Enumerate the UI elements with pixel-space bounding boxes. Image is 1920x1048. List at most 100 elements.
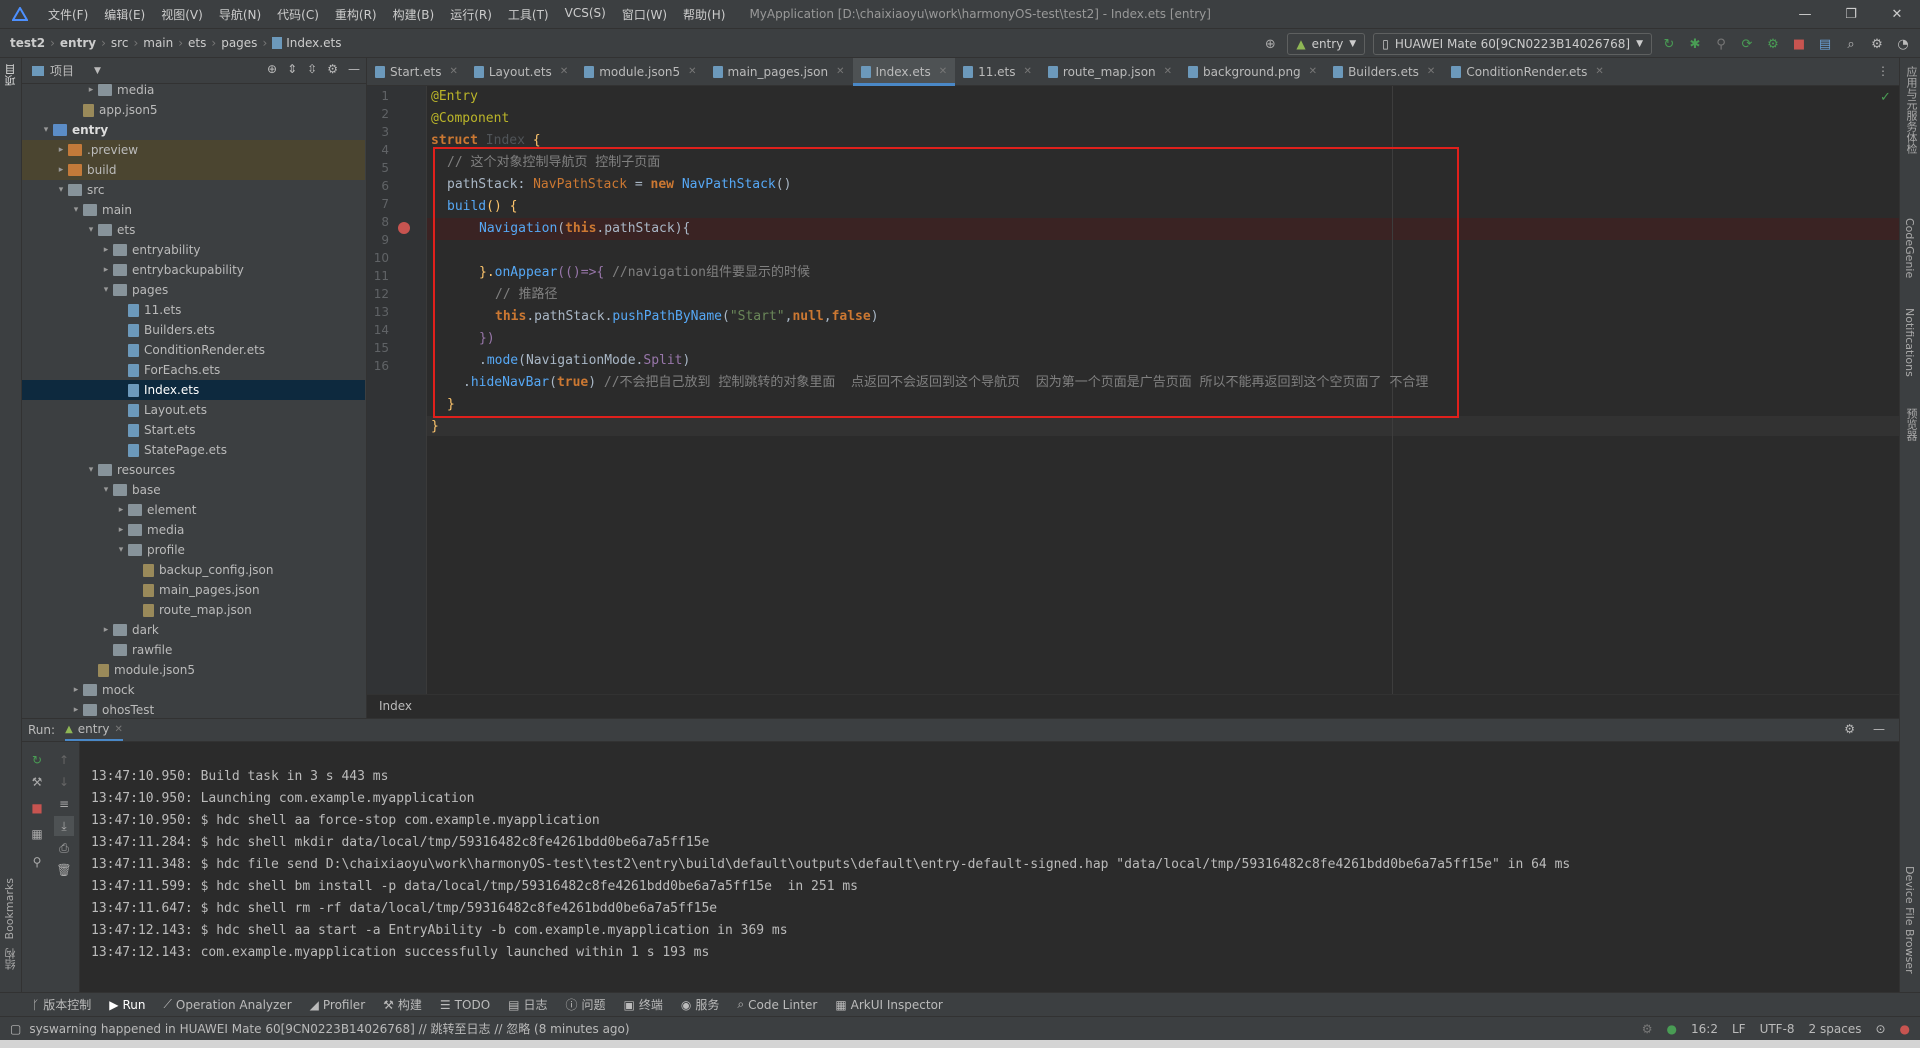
event-log-icon[interactable]: ▢ <box>10 1022 21 1036</box>
close-icon[interactable]: ✕ <box>1595 66 1603 77</box>
tree-item[interactable]: ▾ profile <box>22 540 365 560</box>
close-icon[interactable]: ✕ <box>560 66 568 77</box>
chevron-right-icon[interactable]: ▸ <box>54 145 68 155</box>
tree-item[interactable]: Layout.ets <box>22 400 365 420</box>
tree-item[interactable]: ▾ base <box>22 480 365 500</box>
tree-item[interactable]: app.json5 <box>22 100 365 120</box>
tree-item[interactable]: StatePage.ets <box>22 440 365 460</box>
structure-tool-button[interactable]: 结构 <box>3 948 19 970</box>
breadcrumb-item[interactable]: ets <box>188 36 206 50</box>
tree-item[interactable]: ▸ ohosTest <box>22 700 365 718</box>
notifications-tool-button[interactable]: Notifications <box>1903 308 1916 377</box>
tree-item[interactable]: ConditionRender.ets <box>22 340 365 360</box>
wrench-icon[interactable]: ⚒ <box>27 772 47 792</box>
breadcrumb-item[interactable]: src <box>111 36 129 50</box>
expand-all-icon[interactable]: ⇕ <box>287 62 297 76</box>
breadcrumb-item[interactable]: main <box>143 36 173 50</box>
menu-item[interactable]: 运行(R) <box>442 6 500 23</box>
bookmarks-tool-button[interactable]: Bookmarks <box>3 878 16 939</box>
pin-icon[interactable]: ⚲ <box>27 852 47 872</box>
tree-item[interactable]: ▸ entrybackupability <box>22 260 365 280</box>
gear-icon[interactable]: ⚙ <box>327 62 338 76</box>
tree-item[interactable]: rawfile <box>22 640 365 660</box>
scroll-to-end-icon[interactable]: ⤓ <box>54 816 74 836</box>
close-icon[interactable]: ✕ <box>1427 66 1435 77</box>
rerun-icon[interactable]: ↻ <box>1660 35 1678 53</box>
rerun-icon[interactable]: ↻ <box>27 750 47 770</box>
chevron-down-icon[interactable]: ▾ <box>84 225 98 235</box>
apply-changes-icon[interactable]: ⟳ <box>1738 35 1756 53</box>
breadcrumb-item[interactable]: pages <box>221 36 257 50</box>
print-icon[interactable]: ⎙ <box>54 838 74 858</box>
editor-tab[interactable]: Index.ets ✕ <box>852 57 956 86</box>
hide-panel-icon[interactable]: — <box>1873 722 1885 736</box>
tool-window-button[interactable]: ᚴ 版本控制 <box>32 996 91 1013</box>
close-icon[interactable]: ✕ <box>688 66 696 77</box>
power-save-icon[interactable]: ⚙ <box>1642 1022 1653 1036</box>
editor-tab[interactable]: route_map.json ✕ <box>1040 58 1180 86</box>
scroll-up-icon[interactable]: ↑ <box>54 750 74 770</box>
tree-item[interactable]: ▾ ets <box>22 220 365 240</box>
chevron-down-icon[interactable]: ▾ <box>39 125 53 135</box>
tree-item[interactable]: ▾ entry <box>22 120 365 140</box>
close-icon[interactable]: ✕ <box>1309 66 1317 77</box>
tree-item[interactable]: ▾ resources <box>22 460 365 480</box>
chevron-right-icon[interactable]: ▸ <box>114 525 128 535</box>
editor-breadcrumb[interactable]: Index <box>367 694 1899 716</box>
menu-item[interactable]: 构建(B) <box>385 6 443 23</box>
close-icon[interactable]: ✕ <box>939 66 947 77</box>
chevron-down-icon[interactable]: ▼ <box>94 66 101 76</box>
tree-item[interactable]: backup_config.json <box>22 560 365 580</box>
menu-item[interactable]: 重构(R) <box>327 6 385 23</box>
chevron-down-icon[interactable]: ▾ <box>54 185 68 195</box>
previewer-tool-button[interactable]: 预览器 <box>1903 408 1919 441</box>
settings-icon[interactable]: ⚙ <box>1868 35 1886 53</box>
editor-tab[interactable]: module.json5 ✕ <box>576 58 704 86</box>
breadcrumb-item[interactable]: Index <box>379 699 412 713</box>
tree-item[interactable]: Index.ets <box>22 380 365 400</box>
tree-item[interactable]: ▸ media <box>22 520 365 540</box>
chevron-down-icon[interactable]: ▾ <box>84 465 98 475</box>
editor-tab[interactable]: ConditionRender.ets ✕ <box>1443 58 1611 86</box>
tree-item[interactable]: ▾ main <box>22 200 365 220</box>
tree-item[interactable]: ▸ media <box>22 80 365 100</box>
tool-window-button[interactable]: ▶ Run <box>109 998 145 1012</box>
tree-item[interactable]: module.json5 <box>22 660 365 680</box>
chevron-right-icon[interactable]: ▸ <box>114 505 128 515</box>
device-manager-icon[interactable]: ▤ <box>1816 35 1834 53</box>
close-icon[interactable]: ✕ <box>449 66 457 77</box>
device-select[interactable]: ▯ HUAWEI Mate 60[9CN0223B14026768] ▼ <box>1373 33 1652 55</box>
tree-item[interactable]: route_map.json <box>22 600 365 620</box>
tree-item[interactable]: 11.ets <box>22 300 365 320</box>
layout-icon[interactable]: ▦ <box>27 824 47 844</box>
tool-window-button[interactable]: ⓘ 问题 <box>566 996 606 1013</box>
breadcrumb-item[interactable]: Index.ets <box>286 36 341 50</box>
caret-position[interactable]: 16:2 <box>1691 1022 1718 1036</box>
editor-tab[interactable]: Start.ets ✕ <box>367 58 466 86</box>
close-window-icon[interactable]: ✕ <box>1874 0 1920 28</box>
status-message[interactable]: syswarning happened in HUAWEI Mate 60[9C… <box>29 1020 629 1037</box>
menu-item[interactable]: 导航(N) <box>211 6 269 23</box>
tree-item[interactable]: ▸ build <box>22 160 365 180</box>
run-tab-entry[interactable]: ▲ entry ✕ <box>65 719 123 741</box>
tool-window-button[interactable]: ☰ TODO <box>440 998 490 1012</box>
menu-item[interactable]: 编辑(E) <box>96 6 153 23</box>
chevron-right-icon[interactable]: ▸ <box>69 685 83 695</box>
chevron-right-icon[interactable]: ▸ <box>84 85 98 95</box>
debug-icon[interactable]: ✱ <box>1686 35 1704 53</box>
stop-icon[interactable]: ■ <box>1790 35 1808 53</box>
menu-item[interactable]: 工具(T) <box>500 6 557 23</box>
close-icon[interactable]: ✕ <box>836 66 844 77</box>
gear-icon[interactable]: ⚙ <box>1844 722 1855 736</box>
tree-item[interactable]: ▸ mock <box>22 680 365 700</box>
more-tabs-icon[interactable]: ⋮ <box>1877 64 1889 78</box>
project-tool-button[interactable]: 项目 <box>3 64 19 86</box>
breakpoint-icon[interactable] <box>398 222 410 234</box>
tool-window-button[interactable]: ◢ Profiler <box>310 998 365 1012</box>
menu-item[interactable]: 视图(V) <box>153 6 211 23</box>
no-problems-check-icon[interactable]: ✓ <box>1880 90 1891 105</box>
project-panel-title[interactable]: 项目 <box>50 62 74 79</box>
tree-item[interactable]: ▸ .preview <box>22 140 365 160</box>
device-file-browser-tool-button[interactable]: Device File Browser <box>1903 866 1916 974</box>
error-indicator-icon[interactable]: ● <box>1900 1022 1910 1036</box>
